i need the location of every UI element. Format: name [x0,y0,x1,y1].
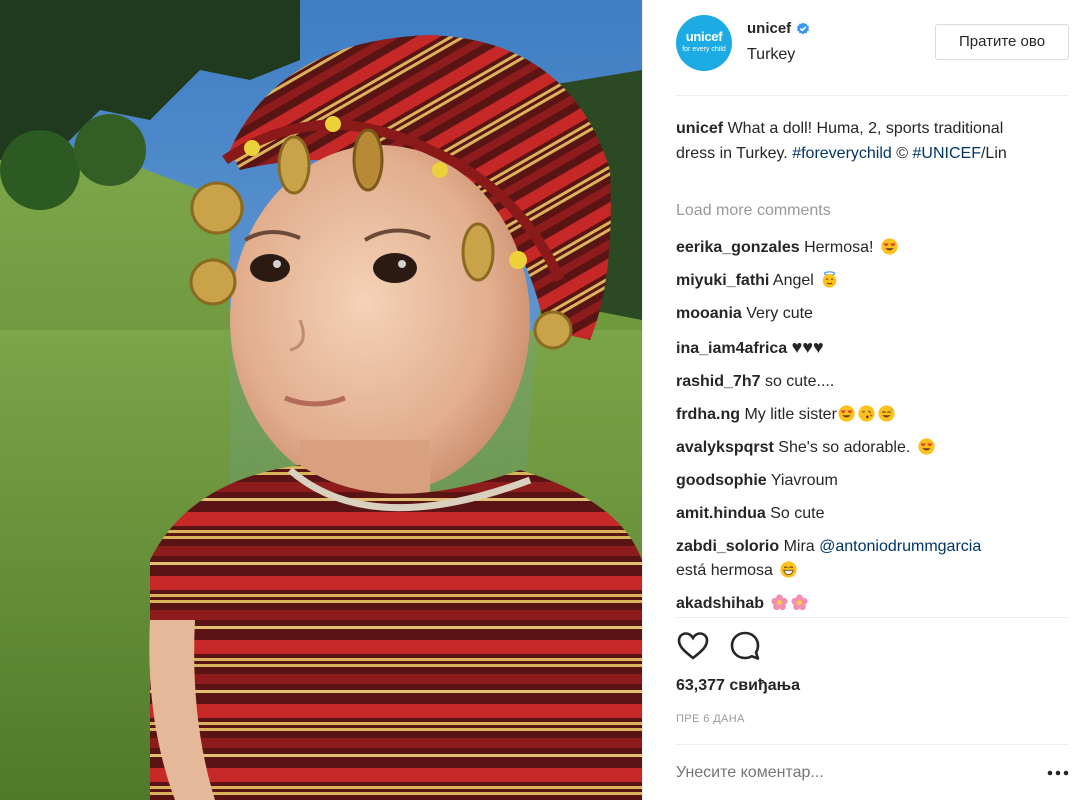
sweat-smile-emoji-icon [878,405,895,422]
blossom-emoji-icon [771,594,789,611]
comment-text: So cute [770,505,825,522]
comment-item: ina_iam4africa ♥♥♥ [676,335,1056,361]
load-more-comments-button[interactable]: Load more comments [676,202,831,220]
comment-item: amit.hindua So cute [676,502,1056,526]
comment-username[interactable]: avalykspqrst [676,439,774,456]
avatar-logo: unicef [685,29,723,44]
header-divider [675,95,1069,96]
comment-text: Yiavroum [770,472,838,489]
heart-icon[interactable] [676,629,710,663]
caption-username[interactable]: unicef [676,120,723,137]
ellipsis-icon[interactable] [1047,768,1069,778]
comment-item: mooania Very cute [676,302,1056,326]
comment-item: avalykspqrst She's so adorable. [676,436,1056,460]
photo-child-traditional-dress [0,0,642,800]
post-photo[interactable] [0,0,642,800]
like-count[interactable]: 63,377 свиђања [676,677,800,695]
grin-emoji-icon [780,561,797,578]
comment-text: Angel [772,272,814,289]
post-timestamp[interactable]: ПРЕ 6 ДАНА [676,713,745,725]
comment-username[interactable]: eerika_gonzales [676,239,800,256]
comments-divider [675,617,1068,618]
blossom-emoji-icon [791,594,809,611]
comment-username[interactable]: ina_iam4africa [676,340,787,357]
post-caption: unicef What a doll! Huma, 2, sports trad… [676,116,1036,166]
comment-username[interactable]: akadshihab [676,595,764,612]
comment-text: so cute.... [764,373,835,390]
copyright-symbol: © [896,145,909,162]
comment-item: rashid_7h7 so cute.... [676,370,1056,394]
comment-text-continued: está hermosa [676,562,773,579]
comment-username[interactable]: amit.hindua [676,505,766,522]
hashtag-link[interactable]: #foreverychild [792,145,892,162]
post-header: unicef for every child unicef Turkey Пра… [643,0,1078,96]
comment-text: My litle sister [744,406,837,423]
comment-input[interactable] [676,764,1006,782]
comment-username[interactable]: rashid_7h7 [676,373,760,390]
kiss-emoji-icon [858,405,875,422]
comment-username[interactable]: zabdi_solorio [676,538,779,555]
heart-eyes-emoji-icon [838,405,855,422]
comment-text: Very cute [746,305,813,322]
comment-item: frdha.ng My litle sister [676,403,1056,427]
comment-username[interactable]: goodsophie [676,472,767,489]
follow-button[interactable]: Пратите ово [935,24,1069,60]
comment-text: ♥♥♥ [791,337,824,357]
input-divider [675,744,1068,745]
heart-eyes-emoji-icon [881,238,898,255]
comment-item: miyuki_fathi Angel [676,269,1056,293]
comment-username[interactable]: mooania [676,305,742,322]
comment-item: goodsophie Yiavroum [676,469,1056,493]
verified-badge-icon [797,22,810,34]
comment-text: She's so adorable. [778,439,911,456]
comment-item: zabdi_solorio Mira @antoniodrummgarcia e… [676,535,1056,583]
comment-text: Hermosa! [804,239,874,256]
credit-hashtag-link[interactable]: #UNICEF [913,145,981,162]
username-row: unicef [747,20,810,37]
credit-text: /Lin [980,145,1007,162]
post-details-panel: unicef for every child unicef Turkey Пра… [642,0,1078,800]
avatar-tagline: for every child [682,46,726,53]
comment-text: Mira [783,538,815,555]
comment-list: eerika_gonzales Hermosa! miyuki_fathi An… [676,236,1056,625]
action-bar [676,629,762,663]
avatar[interactable]: unicef for every child [676,15,732,71]
comment-item: akadshihab [676,592,1056,616]
mention-link[interactable]: @antoniodrummgarcia [819,538,981,555]
heart-eyes-emoji-icon [918,438,935,455]
username-link[interactable]: unicef [747,20,791,37]
location-link[interactable]: Turkey [747,46,795,64]
comment-username[interactable]: frdha.ng [676,406,740,423]
comment-bubble-icon[interactable] [728,629,762,663]
angel-emoji-icon [822,271,837,288]
comment-item: eerika_gonzales Hermosa! [676,236,1056,260]
comment-username[interactable]: miyuki_fathi [676,272,769,289]
